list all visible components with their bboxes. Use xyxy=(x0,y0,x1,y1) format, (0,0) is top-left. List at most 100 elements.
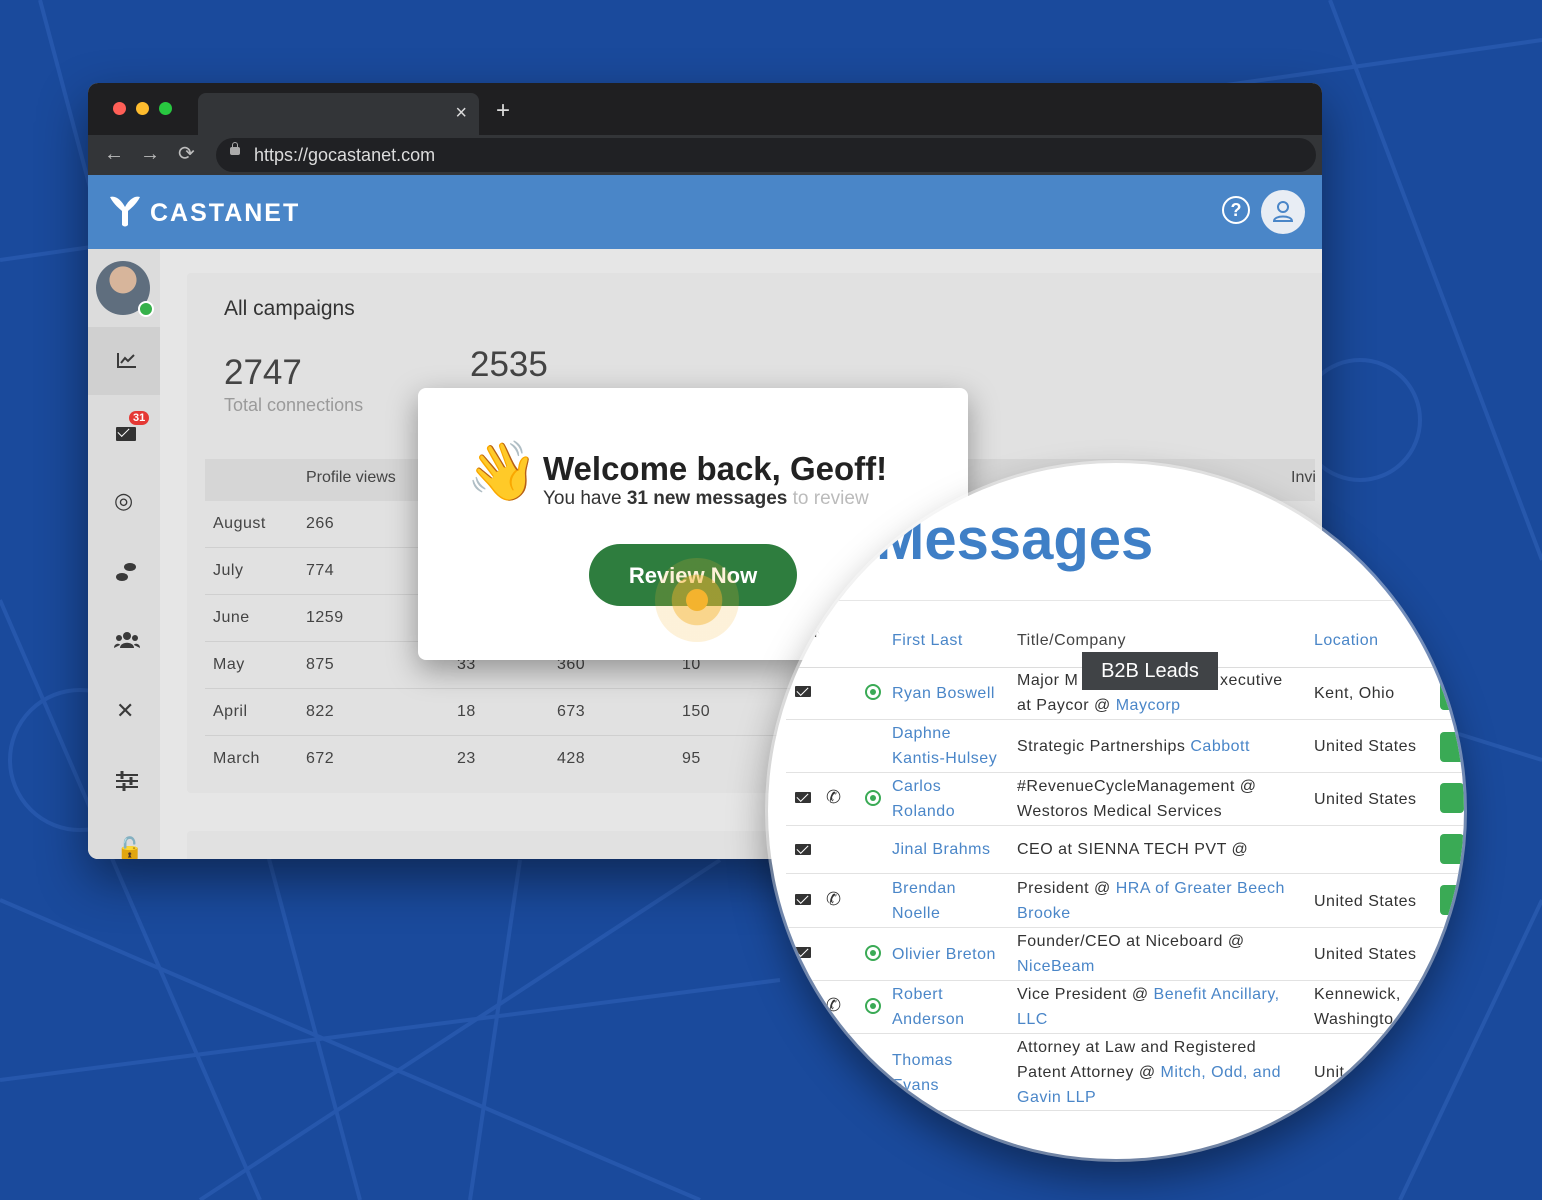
contact-name-cont[interactable]: Evans xyxy=(892,1073,939,1098)
target-icon[interactable] xyxy=(865,790,881,806)
campaigns-title: All campaigns xyxy=(224,297,355,320)
sidebar-item-lock[interactable]: 🔓 xyxy=(88,817,160,860)
sidebar-item-campaigns[interactable]: ◎ xyxy=(88,467,160,535)
waving-hand-icon: 👋 xyxy=(466,439,539,504)
contact-title: Founder/CEO at Niceboard @ xyxy=(1017,933,1245,950)
contact-name[interactable]: Olivier Breton xyxy=(892,942,996,967)
lock-icon: 🔓 xyxy=(116,836,144,860)
company-link[interactable]: Cabbott xyxy=(1190,738,1250,755)
row-month: June xyxy=(213,609,250,626)
window-close-dot[interactable] xyxy=(113,102,126,115)
mail-icon[interactable] xyxy=(795,686,811,697)
company-link-cont[interactable]: Brooke xyxy=(1017,901,1071,926)
browser-titlebar: × + xyxy=(88,83,1322,135)
sidebar-item-analytics[interactable] xyxy=(88,327,160,395)
new-messages-count: 31 new messages xyxy=(626,488,788,509)
tab-close-icon[interactable]: × xyxy=(455,102,467,125)
action-tab[interactable] xyxy=(1440,783,1464,813)
contact-name-cont[interactable]: Kantis-Hulsey xyxy=(892,746,997,771)
second-stat-value: 2535 xyxy=(470,345,548,384)
phone-icon[interactable]: ✆ xyxy=(826,788,841,806)
row-divider xyxy=(786,825,1464,826)
company-link[interactable]: Mitch, Odd, and xyxy=(1161,1064,1281,1081)
brand-name: CASTANET xyxy=(150,199,301,227)
company-link-cont[interactable]: Gavin LLP xyxy=(1017,1085,1096,1110)
sidebar: 31 ◎ ✕ 🔓 xyxy=(88,249,160,859)
title-prefix: President @ xyxy=(1017,880,1116,897)
column-header-location[interactable]: Location xyxy=(1314,632,1379,650)
company-link[interactable]: Benefit Ancillary, xyxy=(1154,986,1280,1003)
contact-title: #RevenueCycleManagement @ xyxy=(1017,778,1257,795)
column-header-profile-views[interactable]: Profile views xyxy=(306,469,396,487)
mail-icon[interactable] xyxy=(795,792,811,803)
target-icon[interactable] xyxy=(865,945,881,961)
mail-icon[interactable] xyxy=(795,844,811,855)
window-maximize-dot[interactable] xyxy=(159,102,172,115)
contact-location: Unit xyxy=(1314,1064,1345,1081)
row-views: 774 xyxy=(306,562,335,579)
contact-company: at Paycor @ Maycorp xyxy=(1017,693,1181,718)
action-tab[interactable] xyxy=(1440,732,1464,762)
target-icon[interactable] xyxy=(865,998,881,1014)
contact-name-cont[interactable]: Rolando xyxy=(892,799,955,824)
action-tab[interactable] xyxy=(1440,680,1464,710)
action-tab[interactable] xyxy=(1440,834,1464,864)
sidebar-item-steps[interactable] xyxy=(88,537,160,605)
b2b-leads-tooltip: B2B Leads xyxy=(1082,652,1218,690)
sidebar-item-settings[interactable] xyxy=(88,747,160,815)
contact-location: United States xyxy=(1314,946,1417,963)
row-divider xyxy=(786,719,1464,720)
contact-company: Westoros Medical Services xyxy=(1017,803,1223,820)
row-divider xyxy=(786,772,1464,773)
target-icon[interactable] xyxy=(865,684,881,700)
column-header-name[interactable]: First Last xyxy=(892,632,963,650)
contact-name[interactable]: Thomas xyxy=(892,1048,953,1073)
forward-arrow-icon[interactable]: → xyxy=(140,143,160,165)
messages-magnifier: Messages ◐ First Last Title/Company Loca… xyxy=(768,463,1464,1159)
company-link[interactable]: NiceBeam xyxy=(1017,954,1095,979)
contact-name-cont[interactable]: Noelle xyxy=(892,901,940,926)
row-value: 428 xyxy=(557,750,586,767)
row-divider xyxy=(786,873,1464,874)
row-divider xyxy=(786,1033,1464,1034)
url-text: https://gocastanet.com xyxy=(254,145,436,165)
click-indicator xyxy=(655,558,739,642)
sidebar-item-groups[interactable] xyxy=(88,607,160,675)
user-account-icon[interactable] xyxy=(1261,190,1305,234)
contact-name[interactable]: Brendan xyxy=(892,876,956,901)
contact-location: United States xyxy=(1314,738,1417,755)
company-link[interactable]: Maycorp xyxy=(1116,697,1181,714)
contact-name[interactable]: Jinal Brahms xyxy=(892,837,990,862)
back-arrow-icon[interactable]: ← xyxy=(104,143,124,165)
contact-name[interactable]: Carlos xyxy=(892,774,941,799)
company-link[interactable]: HRA of Greater Beech xyxy=(1116,880,1285,897)
contact-title: Strategic Partnerships Cabbott xyxy=(1017,734,1250,759)
window-minimize-dot[interactable] xyxy=(136,102,149,115)
contact-name[interactable]: Daphne xyxy=(892,721,951,746)
browser-tab[interactable]: × xyxy=(198,93,479,135)
contact-location: Kennewick, xyxy=(1314,986,1401,1003)
column-header-title[interactable]: Title/Company xyxy=(1017,632,1126,650)
row-divider xyxy=(786,980,1464,981)
row-views: 672 xyxy=(306,750,335,767)
contact-name[interactable]: Robert xyxy=(892,982,943,1007)
sidebar-item-messages[interactable]: 31 xyxy=(88,397,160,465)
company-prefix: at Paycor @ xyxy=(1017,697,1116,714)
action-tab[interactable] xyxy=(1440,885,1464,915)
phone-icon[interactable]: ✆ xyxy=(826,996,841,1014)
mail-icon[interactable] xyxy=(795,947,811,958)
reload-icon[interactable]: ⟳ xyxy=(178,143,195,165)
contact-title: Major M xyxy=(1017,672,1079,689)
help-icon[interactable]: ? xyxy=(1222,196,1250,224)
new-tab-icon[interactable]: + xyxy=(496,99,510,123)
contact-location: United States xyxy=(1314,893,1417,910)
contact-name-cont[interactable]: Anderson xyxy=(892,1007,965,1032)
phone-icon[interactable]: ✆ xyxy=(826,890,841,908)
company-link-cont[interactable]: LLC xyxy=(1017,1007,1048,1032)
sidebar-item-close[interactable]: ✕ xyxy=(88,677,160,745)
row-month: March xyxy=(213,750,260,767)
mail-icon[interactable] xyxy=(795,894,811,905)
contact-name[interactable]: Ryan Boswell xyxy=(892,681,995,706)
chart-icon xyxy=(117,353,136,368)
address-bar[interactable]: https://gocastanet.com xyxy=(216,138,1316,172)
